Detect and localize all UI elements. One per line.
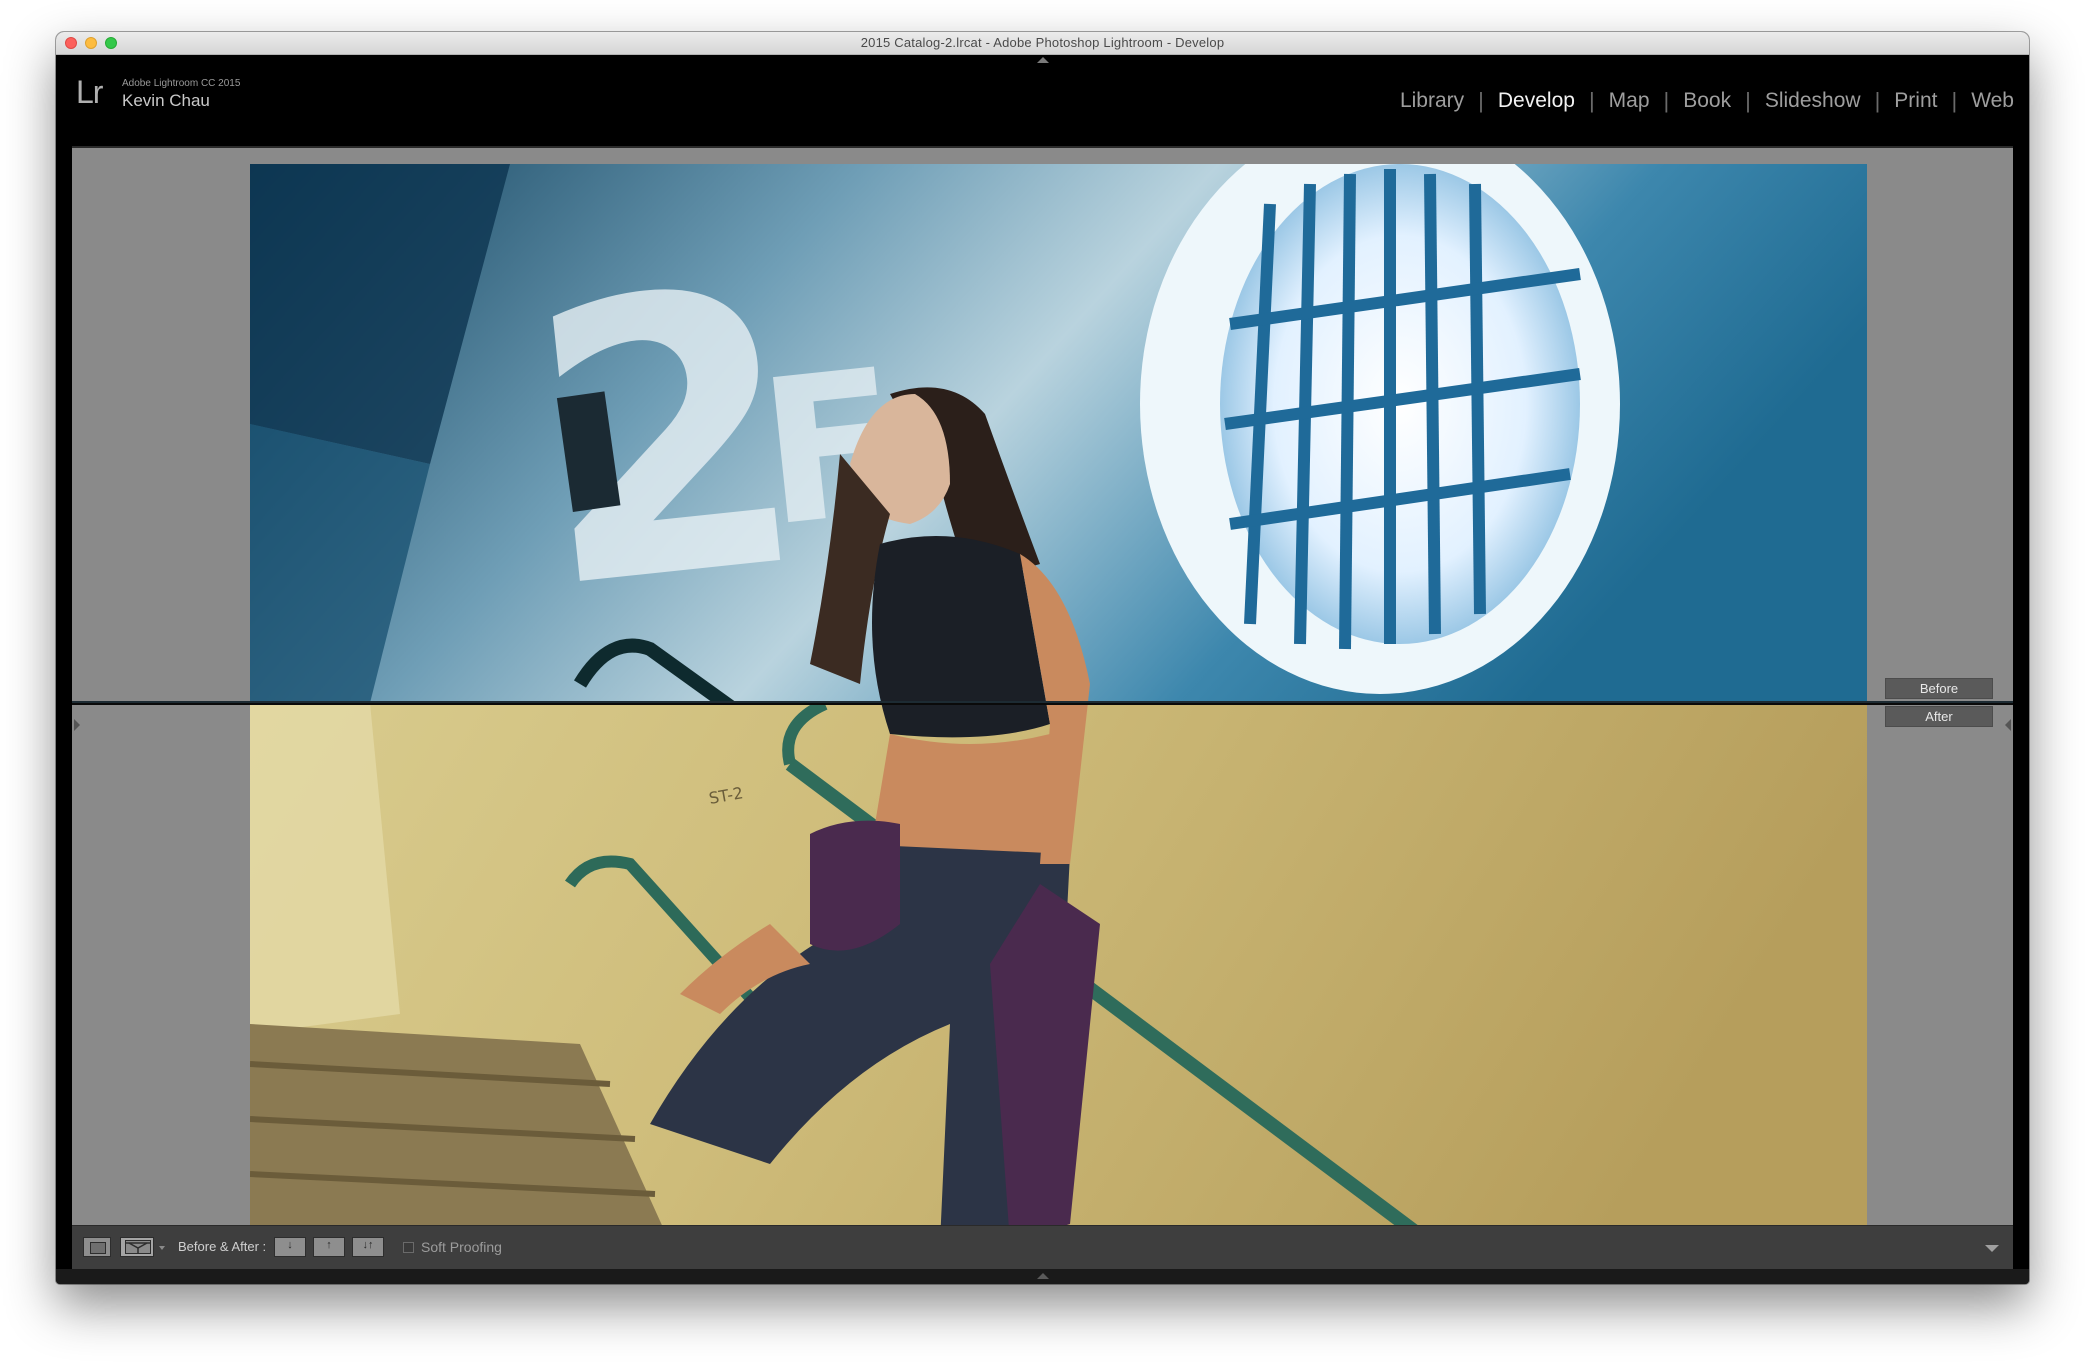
module-web[interactable]: Web bbox=[1968, 89, 2017, 113]
swap-before-after-button[interactable]: ↓↑ bbox=[352, 1237, 384, 1257]
module-book[interactable]: Book bbox=[1680, 89, 1734, 113]
bottom-panel-collapse-icon[interactable] bbox=[1037, 1273, 1049, 1279]
copy-before-to-after-button[interactable]: ↓ bbox=[274, 1237, 306, 1257]
module-print[interactable]: Print bbox=[1891, 89, 1940, 113]
user-name: Kevin Chau bbox=[122, 91, 210, 110]
filmstrip-collapsed-bar bbox=[56, 1269, 2029, 1284]
copy-after-to-before-button[interactable]: ↑ bbox=[313, 1237, 345, 1257]
develop-toolbar: Before & After : ↓ ↑ ↓↑ Soft Proofing bbox=[72, 1225, 2013, 1269]
arrow-down-icon: ↓ bbox=[287, 1239, 293, 1251]
before-after-label: Before & After : bbox=[178, 1239, 267, 1254]
soft-proofing-checkbox[interactable] bbox=[403, 1242, 414, 1253]
left-panel-collapse-icon[interactable] bbox=[74, 719, 80, 731]
loupe-view-button[interactable] bbox=[83, 1237, 111, 1257]
lightroom-window: 2015 Catalog-2.lrcat - Adobe Photoshop L… bbox=[56, 32, 2029, 1284]
module-develop[interactable]: Develop bbox=[1495, 89, 1578, 113]
before-after-split-icon bbox=[125, 1240, 151, 1254]
module-separator: | bbox=[1478, 88, 1484, 113]
lightroom-logo: Lr bbox=[76, 74, 103, 110]
module-slideshow[interactable]: Slideshow bbox=[1762, 89, 1864, 113]
view-mode-dropdown-icon[interactable] bbox=[159, 1246, 165, 1250]
top-panel-collapse-icon[interactable] bbox=[1037, 57, 1049, 63]
module-separator: | bbox=[1663, 88, 1670, 113]
module-map[interactable]: Map bbox=[1606, 89, 1653, 113]
soft-proofing-label[interactable]: Soft Proofing bbox=[421, 1239, 502, 1255]
swap-arrows-icon: ↓↑ bbox=[362, 1239, 374, 1251]
title-bar: 2015 Catalog-2.lrcat - Adobe Photoshop L… bbox=[56, 32, 2029, 55]
before-label: Before bbox=[1885, 678, 1993, 699]
identity-plate-bar: Lr Adobe Lightroom CC 2015 Kevin Chau Li… bbox=[56, 55, 2029, 143]
arrow-up-icon: ↑ bbox=[326, 1239, 332, 1251]
before-after-view-button[interactable] bbox=[120, 1237, 154, 1257]
module-separator: | bbox=[1588, 88, 1595, 113]
module-separator: | bbox=[1874, 88, 1881, 113]
product-name: Adobe Lightroom CC 2015 bbox=[122, 78, 241, 89]
module-picker: Library | Develop | Map | Book | Slidesh… bbox=[1397, 88, 2017, 114]
develop-workspace: 2 F ST-2 Before After bbox=[72, 146, 2013, 1259]
module-separator: | bbox=[1745, 88, 1751, 113]
right-panel-collapse-icon[interactable] bbox=[2005, 719, 2011, 731]
module-separator: | bbox=[1951, 88, 1958, 113]
toolbar-options-menu-icon[interactable] bbox=[1985, 1245, 1999, 1252]
before-after-divider bbox=[72, 701, 2013, 705]
window-title: 2015 Catalog-2.lrcat - Adobe Photoshop L… bbox=[860, 35, 1225, 50]
after-label: After bbox=[1885, 706, 1993, 727]
module-library[interactable]: Library bbox=[1397, 89, 1467, 113]
